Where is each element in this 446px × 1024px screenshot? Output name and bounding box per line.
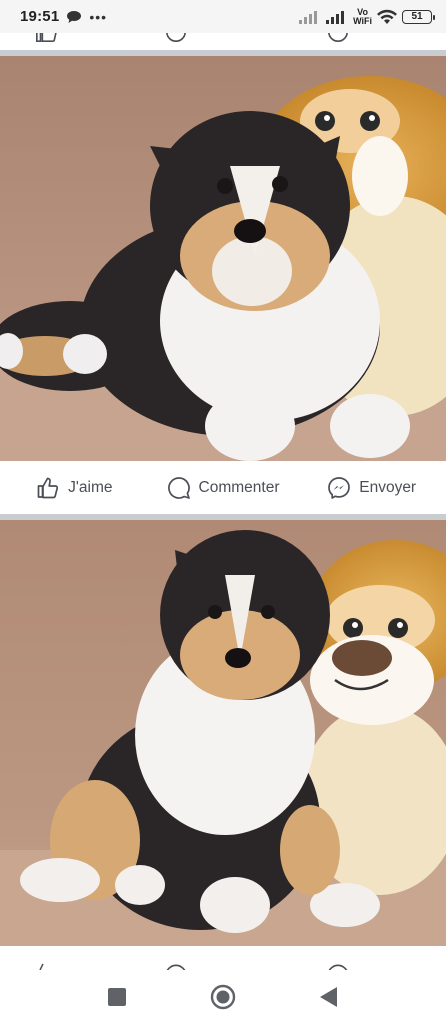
comment-button[interactable]: Commenter — [149, 476, 298, 500]
post-action-bar: J'aime Commenter Envoyer — [0, 461, 446, 514]
system-nav-bar — [0, 970, 446, 1024]
status-right: Vo WiFi 51 — [299, 6, 435, 26]
like-button[interactable]: J'aime — [0, 476, 149, 500]
signal-icon — [299, 10, 318, 24]
comment-label: Commenter — [198, 478, 280, 496]
like-icon[interactable] — [35, 33, 57, 43]
status-left: 19:51 ••• — [20, 8, 107, 25]
like-label: J'aime — [68, 478, 113, 496]
post-photo-2[interactable] — [0, 520, 446, 946]
thumbs-up-icon — [37, 477, 59, 498]
messenger-icon[interactable] — [327, 961, 349, 970]
comment-icon — [167, 476, 190, 499]
battery-icon: 51 — [402, 9, 435, 24]
recents-button[interactable] — [103, 983, 131, 1011]
wifi-icon — [377, 9, 397, 24]
back-triangle-icon — [320, 987, 337, 1007]
comment-icon[interactable] — [165, 33, 187, 43]
status-time: 19:51 — [20, 8, 60, 25]
battery-level: 51 — [411, 11, 423, 22]
previous-post-action-bar — [0, 33, 446, 50]
back-button[interactable] — [315, 983, 343, 1011]
home-circle-icon — [210, 984, 236, 1010]
signal-icon — [326, 10, 345, 24]
chat-bubble-icon — [67, 10, 82, 23]
recents-square-icon — [108, 988, 126, 1006]
comment-icon[interactable] — [165, 961, 187, 970]
puppy-with-plush-lion-photo — [0, 56, 446, 461]
status-bar: 19:51 ••• Vo WiFi 51 — [0, 0, 446, 33]
messenger-icon — [328, 476, 351, 499]
more-dots-icon: ••• — [89, 8, 108, 25]
puppy-sitting-with-plush-lion-photo — [0, 520, 446, 946]
vowifi-label: Vo WiFi — [353, 6, 372, 26]
like-icon[interactable] — [38, 960, 48, 970]
messenger-icon[interactable] — [327, 33, 349, 43]
home-button[interactable] — [209, 983, 237, 1011]
send-button[interactable]: Envoyer — [297, 476, 446, 500]
send-label: Envoyer — [359, 478, 417, 496]
post-photo-1[interactable] — [0, 56, 446, 461]
next-post-action-bar — [0, 958, 446, 970]
